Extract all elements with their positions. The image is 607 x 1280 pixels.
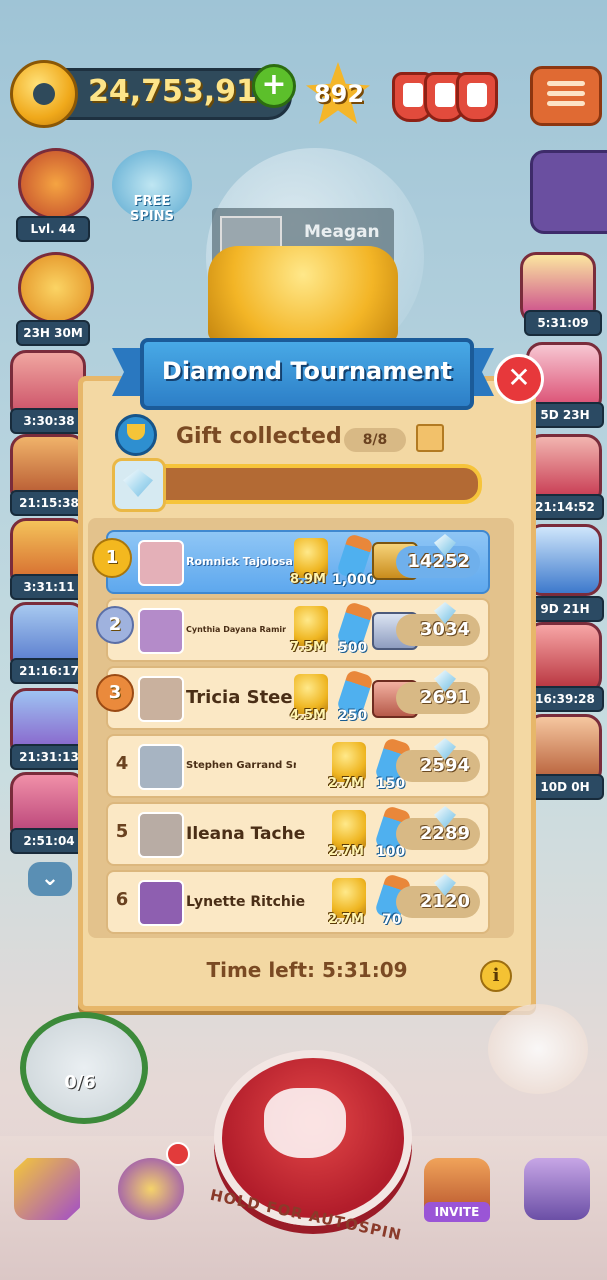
lucky-cat-icon[interactable] xyxy=(18,252,94,324)
event-timer: 3:31:11 xyxy=(10,574,88,600)
trophy-badge-icon xyxy=(115,414,157,456)
avatar xyxy=(138,540,184,586)
level-badge: Lvl. 44 xyxy=(16,216,90,242)
lucky-cat-timer: 23H 30M xyxy=(16,320,90,346)
merchant-timer: 5D 23H xyxy=(526,402,604,428)
player-name: Tricia Steer xyxy=(186,687,294,708)
red-panda-mascot xyxy=(488,1004,588,1094)
free-spins-button[interactable]: FREE SPINS xyxy=(112,150,192,224)
river-timer: 21:16:17 xyxy=(10,658,88,684)
avatar xyxy=(138,676,184,722)
buy-coins-button[interactable]: + xyxy=(252,64,296,108)
gold-medal-icon: 1 xyxy=(92,538,132,578)
close-button[interactable]: ✕ xyxy=(494,354,544,404)
reward-spins: 1,000 xyxy=(332,572,377,588)
player-name: Lynette Ritchie xyxy=(186,894,306,910)
diamond-badge xyxy=(112,458,166,512)
museum-timer: 21:14:52 xyxy=(526,494,604,520)
bronze-medal-icon: 3 xyxy=(96,674,134,712)
target-name: Meagan xyxy=(304,222,380,242)
invite-icon[interactable]: INVITE xyxy=(424,1158,490,1222)
wheel-icon[interactable] xyxy=(118,1158,184,1220)
vault-heist-timer: 21:15:38 xyxy=(10,490,88,516)
leaderboard-row[interactable]: 4 Stephen Garrand Sr. 2.7M 150 2594 xyxy=(106,734,490,798)
gift-collected-label: Gift collected xyxy=(176,424,342,449)
diamond-icon xyxy=(123,469,153,497)
dice-count: 0/6 xyxy=(64,1072,96,1093)
royal-tour-icon[interactable] xyxy=(526,622,602,694)
puzzle-icon[interactable] xyxy=(14,1158,80,1220)
menu-button[interactable] xyxy=(530,66,602,126)
rank: 6 xyxy=(115,889,129,910)
player-name: Stephen Garrand Sr. xyxy=(186,760,296,771)
chevron-down-icon[interactable]: ⌄ xyxy=(28,862,72,896)
free-spins-label: FREE SPINS xyxy=(130,194,174,224)
notification-dot xyxy=(166,1142,190,1166)
reward-spins: 150 xyxy=(376,776,406,792)
reward-coins: 2.7M xyxy=(328,844,364,859)
red-panda-icon xyxy=(264,1088,346,1158)
gift-icon xyxy=(416,424,444,452)
avatar xyxy=(138,880,184,926)
dice-icon[interactable] xyxy=(20,1012,148,1124)
reward-coins: 2.7M xyxy=(328,912,364,927)
snow-fortress-icon[interactable] xyxy=(526,524,602,596)
modal-title: Diamond Tournament xyxy=(140,338,474,410)
leaderboard-row[interactable]: 2 Cynthia Dayana Ramirez 7.5M 500 3034 xyxy=(96,598,490,662)
info-button[interactable]: i xyxy=(480,960,512,992)
reward-spins: 100 xyxy=(376,844,406,860)
tournament-timer: 5:31:09 xyxy=(524,310,602,336)
score: 14252 xyxy=(396,546,480,578)
reward-coins: 4.5M xyxy=(290,708,326,723)
album-button[interactable] xyxy=(530,150,607,234)
royal-tour-timer: 16:39:28 xyxy=(526,686,604,712)
score: 3034 xyxy=(396,614,480,646)
avatar xyxy=(138,608,184,654)
blizzard-timer: 21:31:13 xyxy=(10,744,88,770)
leaderboard-row[interactable]: 5 Ileana Tache 2.7M 100 2289 xyxy=(106,802,490,866)
coin-icon xyxy=(10,60,78,128)
score: 2289 xyxy=(396,818,480,850)
rank: 4 xyxy=(115,753,129,774)
reward-coins: 2.7M xyxy=(328,776,364,791)
reward-spins: 500 xyxy=(338,640,368,656)
event-right-timer: 10D 0H xyxy=(526,774,604,800)
player-name: Cynthia Dayana Ramirez xyxy=(186,625,286,634)
star-count: 892 xyxy=(313,80,365,108)
gift-count: 8/8 xyxy=(344,428,406,452)
reward-spins: 70 xyxy=(382,912,402,928)
reward-coins: 7.5M xyxy=(290,640,326,655)
leaderboard-row[interactable]: 6 Lynette Ritchie 2.7M 70 2120 xyxy=(106,870,490,934)
rank: 5 xyxy=(115,821,129,842)
snow-fortress-timer: 9D 21H xyxy=(526,596,604,622)
leaderboard-row[interactable]: 3 Tricia Steer 4.5M 250 2691 xyxy=(96,666,490,730)
reward-coins: 8.9M xyxy=(290,572,326,587)
trophy-icon xyxy=(208,246,398,342)
take-all-timer: 3:30:38 xyxy=(10,408,88,434)
score: 2691 xyxy=(396,682,480,714)
silver-medal-icon: 2 xyxy=(96,606,134,644)
reward-spins: 250 xyxy=(338,708,368,724)
avatar xyxy=(138,744,184,790)
profile-avatar[interactable] xyxy=(18,148,94,220)
score: 2594 xyxy=(396,750,480,782)
player-name: Romnick Tajolosa xyxy=(186,555,293,568)
player-name: Ileana Tache xyxy=(186,824,306,844)
coin-balance: 24,753,911 xyxy=(88,74,278,109)
time-left: Time left: 5:31:09 xyxy=(206,958,408,982)
shield-icon xyxy=(456,72,498,122)
power-pack-timer: 2:51:04 xyxy=(10,828,88,854)
score: 2120 xyxy=(396,886,480,918)
gift-progress-bar xyxy=(112,464,482,504)
avatar xyxy=(138,812,184,858)
leaderboard-row[interactable]: 1 Romnick Tajolosa 8.9M 1,000 14252 xyxy=(92,530,490,594)
invite-label: INVITE xyxy=(424,1202,490,1222)
locked-feature-icon[interactable] xyxy=(524,1158,590,1220)
